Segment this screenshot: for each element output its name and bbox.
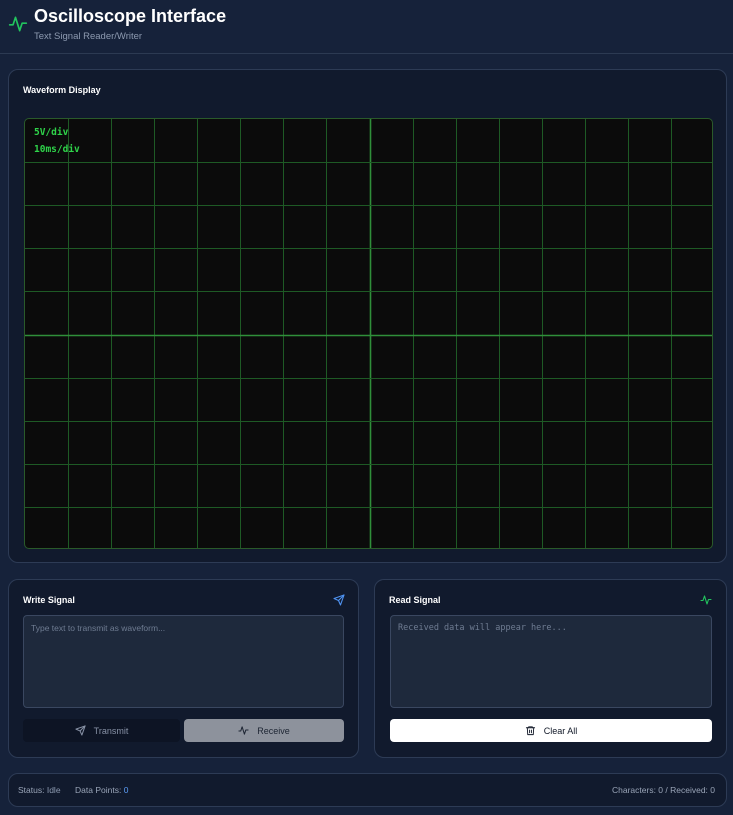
status-value: Idle: [46, 785, 61, 795]
clear-all-button[interactable]: Clear All: [390, 719, 712, 742]
read-signal-panel: Read Signal Clear All: [374, 579, 727, 758]
activity-icon: [238, 726, 249, 735]
scope-grid: [25, 119, 712, 548]
status-indicator: Status: Idle: [18, 785, 61, 795]
activity-icon: [8, 16, 28, 32]
status-label: Status:: [18, 785, 45, 795]
data-points-value: 0: [123, 785, 129, 795]
waveform-panel: Waveform Display 5V/div 10ms/div: [8, 69, 727, 563]
write-signal-panel: Write Signal Transmit Receive: [8, 579, 359, 758]
read-signal-title: Read Signal: [389, 595, 441, 605]
character-counts: Characters: 0 / Received: 0: [612, 785, 715, 795]
oscilloscope-screen[interactable]: 5V/div 10ms/div: [24, 118, 713, 549]
received-data-output[interactable]: [390, 615, 712, 708]
trash-icon: [525, 726, 535, 736]
app-subtitle: Text Signal Reader/Writer: [34, 31, 143, 42]
receive-button-label: Receive: [257, 725, 290, 736]
send-icon: [75, 725, 86, 736]
app-header: Oscilloscope Interface Text Signal Reade…: [0, 0, 733, 54]
transmit-text-input[interactable]: [23, 615, 344, 708]
transmit-button[interactable]: Transmit: [23, 719, 180, 742]
volts-per-div-label: 5V/div: [34, 127, 69, 138]
status-bar: Status: Idle Data Points: 0 Characters: …: [8, 773, 727, 807]
write-signal-title: Write Signal: [23, 595, 75, 605]
app-title: Oscilloscope Interface: [34, 6, 227, 26]
send-icon: [333, 594, 345, 606]
clear-all-button-label: Clear All: [543, 725, 578, 736]
activity-icon: [700, 595, 712, 605]
waveform-title: Waveform Display: [23, 85, 101, 95]
data-points-label: Data Points:: [75, 785, 122, 795]
data-points-indicator: Data Points: 0: [75, 785, 128, 795]
receive-button[interactable]: Receive: [184, 719, 344, 742]
time-per-div-label: 10ms/div: [34, 144, 80, 155]
transmit-button-label: Transmit: [93, 725, 129, 736]
